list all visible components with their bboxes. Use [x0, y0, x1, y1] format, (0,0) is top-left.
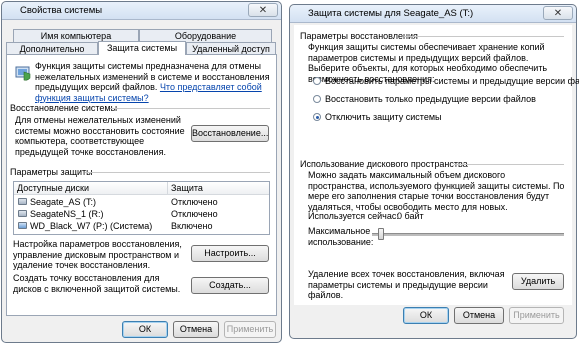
- table-row[interactable]: SeagateNS_1 (R:) Отключено: [14, 208, 269, 220]
- close-button[interactable]: ✕: [248, 3, 278, 17]
- ok-button[interactable]: ОК: [122, 321, 168, 338]
- radio-restore-all-label[interactable]: Восстановить параметры системы и предыду…: [325, 76, 579, 86]
- restore-text: Для отмены нежелательных изменений систе…: [15, 115, 185, 157]
- divider: [85, 172, 270, 173]
- radio-restore-files-label[interactable]: Восстановить только предыдущие версии фа…: [325, 94, 536, 104]
- radio-disable-protection[interactable]: [313, 113, 321, 121]
- apply-button[interactable]: Применить: [509, 307, 564, 324]
- delete-text: Удаление всех точек восстановления, вклю…: [308, 269, 505, 300]
- column-header-protection[interactable]: Защита: [168, 182, 269, 195]
- window-title: Свойства системы: [20, 5, 103, 16]
- restore-params-title: Параметры восстановления: [300, 31, 418, 41]
- current-usage-value: 0 байт: [397, 211, 424, 221]
- title-bar[interactable]: Свойства системы ✕: [2, 2, 281, 20]
- configure-text: Настройка параметров восстановления, упр…: [13, 239, 182, 270]
- drive-icon: [18, 198, 27, 205]
- divider: [110, 108, 270, 109]
- divider: [454, 164, 564, 165]
- system-drive-icon: [18, 222, 27, 229]
- cancel-button[interactable]: Отмена: [454, 307, 504, 324]
- max-usage-slider-track[interactable]: [372, 233, 564, 236]
- max-usage-slider-thumb[interactable]: [378, 228, 384, 240]
- system-protection-dialog: Защита системы для Seagate_AS (T:) ✕ Пар…: [289, 4, 579, 339]
- shield-icon: [15, 66, 31, 81]
- max-usage-label: Максимальное использование:: [308, 226, 374, 247]
- tab-panel: Функция защиты системы предназначена для…: [6, 54, 277, 316]
- intro-text: Функция защиты системы предназначена для…: [35, 61, 270, 103]
- current-usage-label: Используется сейчас:: [308, 211, 399, 221]
- dialog-panel: Параметры восстановления Функция защиты …: [294, 25, 579, 305]
- radio-disable-protection-label[interactable]: Отключить защиту системы: [325, 112, 442, 122]
- ok-button[interactable]: ОК: [403, 307, 449, 324]
- restore-button[interactable]: Восстановление...: [191, 125, 269, 142]
- drive-status: Отключено: [171, 197, 218, 207]
- delete-button[interactable]: Удалить: [512, 273, 564, 290]
- drive-name: WD_Black_W7 (P:) (Система): [30, 221, 153, 231]
- table-row[interactable]: Seagate_AS (T:) Отключено: [14, 196, 269, 208]
- table-row[interactable]: WD_Black_W7 (P:) (Система) Включено: [14, 220, 269, 232]
- column-header-drives[interactable]: Доступные диски: [14, 182, 168, 195]
- configure-button[interactable]: Настроить...: [191, 245, 269, 262]
- protection-section-title: Параметры защиты: [10, 167, 93, 177]
- restore-section-title: Восстановление системы: [10, 103, 118, 113]
- apply-button[interactable]: Применить: [224, 321, 276, 338]
- divider: [404, 36, 564, 37]
- window-title: Защита системы для Seagate_AS (T:): [308, 8, 474, 19]
- drive-icon: [18, 210, 27, 217]
- close-button[interactable]: ✕: [543, 6, 573, 20]
- radio-restore-all[interactable]: [313, 77, 321, 85]
- disk-usage-text: Можно задать максимальный объем дисковог…: [308, 170, 565, 212]
- create-button[interactable]: Создать...: [191, 277, 269, 294]
- system-properties-window: Свойства системы ✕ Имя компьютера Оборуд…: [1, 1, 282, 343]
- tab-system-protection[interactable]: Защита системы: [98, 41, 186, 55]
- drive-name: SeagateNS_1 (R:): [30, 209, 104, 219]
- create-text: Создать точку восстановления для дисков …: [13, 273, 181, 294]
- cancel-button[interactable]: Отмена: [173, 321, 219, 338]
- drives-table: Доступные диски Защита Seagate_AS (T:) О…: [13, 181, 270, 235]
- radio-restore-files[interactable]: [313, 95, 321, 103]
- disk-usage-title: Использование дискового пространства: [300, 159, 468, 169]
- drive-name: Seagate_AS (T:): [30, 197, 97, 207]
- drive-status: Включено: [171, 221, 213, 231]
- drive-status: Отключено: [171, 209, 218, 219]
- title-bar[interactable]: Защита системы для Seagate_AS (T:) ✕: [290, 5, 576, 23]
